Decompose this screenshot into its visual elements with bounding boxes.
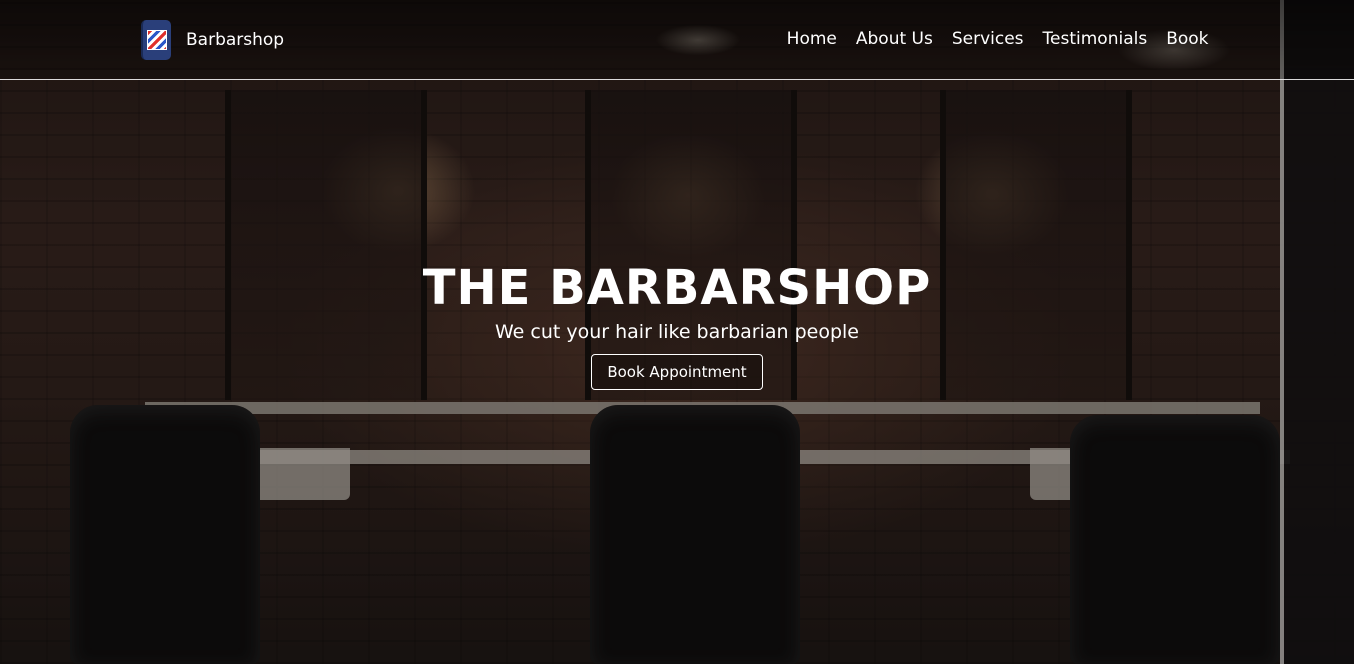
- nav-link-services[interactable]: Services: [942, 29, 1033, 49]
- nav-link-about-us[interactable]: About Us: [846, 29, 942, 49]
- nav-link-home[interactable]: Home: [777, 29, 846, 49]
- hero-content: THE BARBARSHOP We cut your hair like bar…: [0, 258, 1354, 390]
- nav-link-testimonials[interactable]: Testimonials: [1033, 29, 1157, 49]
- brand-link[interactable]: Barbarshop: [141, 20, 284, 60]
- hero-subtitle: We cut your hair like barbarian people: [494, 321, 859, 343]
- book-appointment-button[interactable]: Book Appointment: [591, 354, 763, 390]
- navbar: Barbarshop Home About Us Services Testim…: [0, 0, 1354, 80]
- hero-section: Barbarshop Home About Us Services Testim…: [0, 0, 1354, 664]
- brand-label: Barbarshop: [186, 30, 285, 50]
- barber-pole-icon: [141, 20, 171, 60]
- nav-links: Home About Us Services Testimonials Book: [777, 29, 1218, 49]
- nav-link-book[interactable]: Book: [1157, 29, 1218, 49]
- hero-title: THE BARBARSHOP: [422, 260, 932, 316]
- barber-pole-stripes: [147, 30, 167, 50]
